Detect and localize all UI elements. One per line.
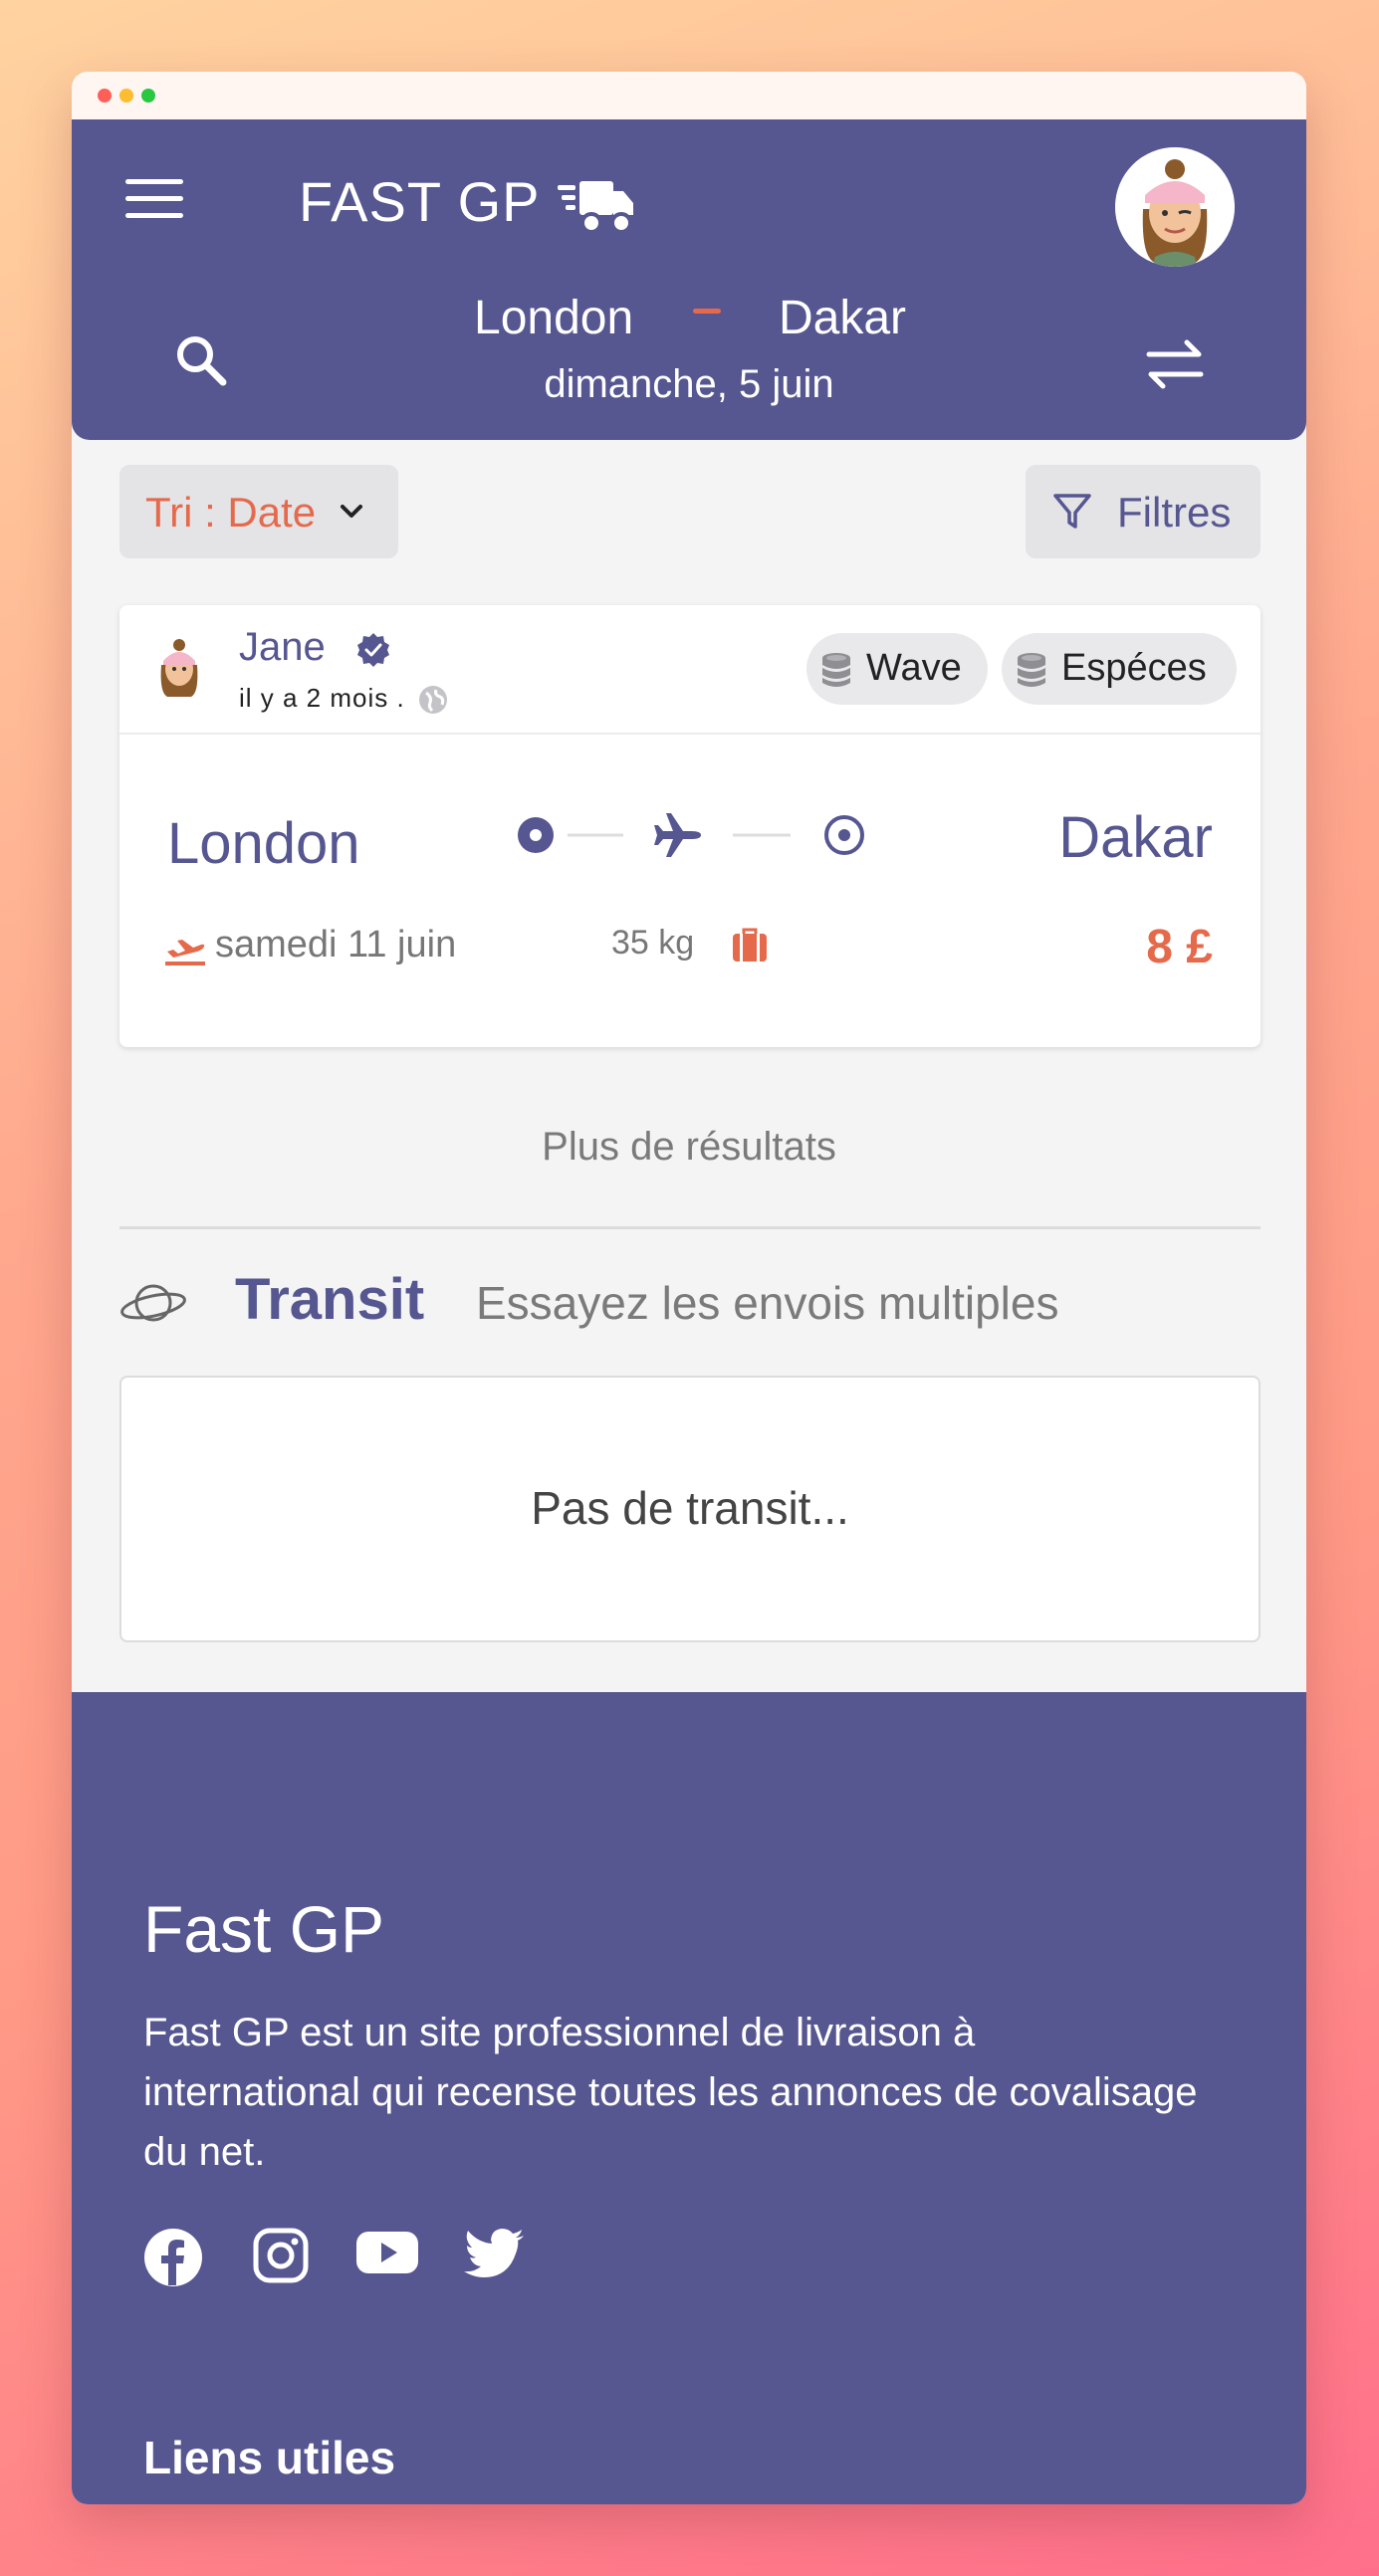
trip-result-card[interactable]: Jane il y a 2 mois . Wave Espéces London… <box>119 605 1261 1047</box>
section-divider <box>119 1226 1261 1229</box>
window-titlebar <box>72 72 1306 119</box>
sort-label: Tri : Date <box>145 489 317 536</box>
facebook-icon[interactable] <box>143 2228 203 2287</box>
globe-icon <box>419 686 447 714</box>
payment-chip-especes[interactable]: Espéces <box>1002 633 1237 705</box>
user-avatar[interactable] <box>1115 147 1235 267</box>
maximize-window-button[interactable] <box>141 89 155 103</box>
posted-time: il y a 2 mois . <box>239 683 405 713</box>
route-origin: London <box>474 292 634 344</box>
user-name[interactable]: Jane <box>239 625 326 670</box>
browser-window: FAST GP London Dakar dimanche, 5 juin Tr… <box>72 72 1306 2504</box>
chevron-down-icon <box>341 505 362 518</box>
route-path-graphic <box>518 813 864 857</box>
luggage-icon <box>733 928 767 962</box>
card-header: Jane il y a 2 mois . Wave Espéces <box>119 605 1261 735</box>
payment-chip-wave[interactable]: Wave <box>806 633 988 705</box>
payment-label: Espéces <box>1061 647 1207 689</box>
planet-icon <box>120 1284 186 1322</box>
route-destination: Dakar <box>779 292 907 344</box>
airplane-icon <box>654 813 701 857</box>
instagram-icon[interactable] <box>253 2228 309 2283</box>
youtube-icon[interactable] <box>356 2228 418 2275</box>
filter-icon <box>1053 494 1091 529</box>
menu-icon[interactable] <box>125 179 183 221</box>
truck-icon <box>558 181 633 234</box>
minimize-window-button[interactable] <box>119 89 133 103</box>
trip-price: 8 £ <box>1146 921 1213 973</box>
twitter-icon[interactable] <box>464 2228 526 2281</box>
avatar <box>160 639 198 697</box>
route-separator <box>693 309 721 314</box>
site-footer: Fast GP Fast GP est un site professionne… <box>72 1692 1306 2504</box>
transit-results-box: Pas de transit... <box>119 1376 1261 1642</box>
more-results-link[interactable]: Plus de résultats <box>72 1125 1306 1170</box>
close-window-button[interactable] <box>98 89 112 103</box>
sort-dropdown[interactable]: Tri : Date <box>119 465 398 558</box>
trip-date: samedi 11 juin <box>215 924 457 966</box>
transit-empty-message: Pas de transit... <box>531 1482 849 1534</box>
takeoff-icon <box>165 940 205 966</box>
trip-weight: 35 kg <box>611 924 695 962</box>
trip-destination: Dakar <box>1058 805 1213 870</box>
coins-icon <box>822 653 850 687</box>
route-date: dimanche, 5 juin <box>544 362 834 406</box>
filter-button[interactable]: Filtres <box>1026 465 1261 558</box>
filter-label: Filtres <box>1117 489 1232 536</box>
footer-links-heading: Liens utiles <box>143 2432 396 2483</box>
trip-origin: London <box>167 811 360 876</box>
swap-arrows-icon[interactable] <box>1145 336 1205 392</box>
coins-icon <box>1018 653 1045 687</box>
transit-title: Transit <box>235 1267 425 1332</box>
verified-badge-icon <box>357 633 389 667</box>
app-header: FAST GP London Dakar dimanche, 5 juin <box>72 119 1306 440</box>
footer-description: Fast GP est un site professionnel de liv… <box>143 2011 1198 2174</box>
footer-title: Fast GP <box>143 1892 385 1966</box>
brand-title: FAST GP <box>299 170 541 233</box>
transit-subtitle: Essayez les envois multiples <box>476 1277 1059 1329</box>
payment-label: Wave <box>866 647 962 689</box>
